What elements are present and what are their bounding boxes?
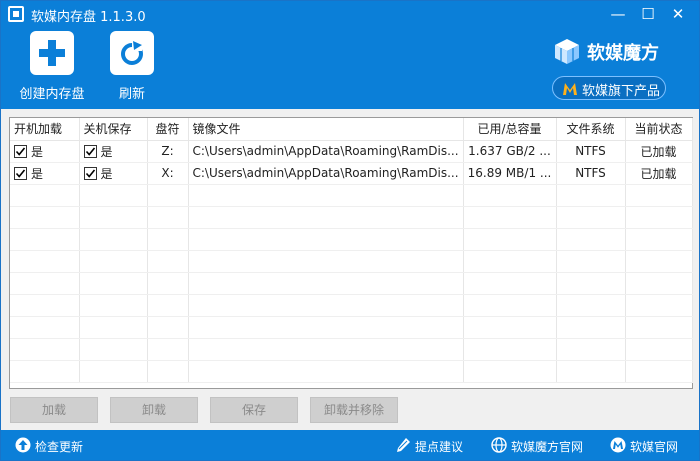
products-label: 软媒旗下产品 [582,84,661,99]
column-header-usage[interactable]: 已用/总容量 [463,118,557,141]
shutdown-save-cell: 是 [79,140,148,163]
app-window: 软媒内存盘 1.1.3.0 — ☐ ✕ 创建内存盘 刷新 软媒魔方 软媒旗下产品… [0,0,700,461]
shutdown-save-checkbox[interactable] [83,144,97,158]
empty-row [10,206,693,229]
filesystem-value: NTFS [556,162,626,185]
column-header-filesystem[interactable]: 文件系统 [556,118,626,141]
suggest-label: 提点建议 [415,440,464,454]
close-button[interactable]: ✕ [667,4,689,24]
boot-load-cell: 是 [10,140,80,163]
image-file-path: C:\Users\admin\AppData\Roaming\RamDis... [188,140,464,163]
empty-row [10,272,693,295]
ramdisk-table: 开机加载 关机保存 盘符 镜像文件 已用/总容量 文件系统 当前状态 是 是 Z… [9,117,693,389]
boot-load-label: 是 [31,144,44,159]
empty-row [10,294,693,317]
usage-value: 1.637 GB/2 ... [463,140,557,163]
products-button[interactable]: 软媒旗下产品 [552,76,666,100]
app-icon [8,6,24,22]
table-row[interactable]: 是 是 X: C:\Users\admin\AppData\Roaming\Ra… [10,162,693,185]
column-header-shutdown-save[interactable]: 关机保存 [79,118,148,141]
shutdown-save-label: 是 [100,144,113,159]
boot-load-checkbox[interactable] [14,144,27,158]
empty-row [10,338,693,361]
empty-row [10,184,693,207]
official-site-label: 软媒官网 [630,440,679,454]
pen-icon [397,438,410,452]
footer: 检查更新 提点建议 软媒魔方官网 软媒官网 [1,430,699,460]
empty-row [10,228,693,251]
status-value: 已加载 [625,140,693,163]
column-header-drive[interactable]: 盘符 [147,118,189,141]
check-update-label: 检查更新 [35,440,84,454]
maximize-button[interactable]: ☐ [637,4,659,24]
cube-logo-icon [555,39,579,64]
minimize-button[interactable]: — [607,4,629,24]
column-header-boot-load[interactable]: 开机加载 [10,118,80,141]
image-file-path: C:\Users\admin\AppData\Roaming\RamDis... [188,162,464,185]
window-title: 软媒内存盘 1.1.3.0 [31,10,146,25]
create-ramdisk-label: 创建内存盘 [19,87,85,102]
drive-letter: X: [147,162,189,185]
title-bar: 软媒内存盘 1.1.3.0 — ☐ ✕ [1,1,699,27]
usage-value: 16.89 MB/1 ... [463,162,557,185]
column-header-image-file[interactable]: 镜像文件 [188,118,464,141]
shutdown-save-label: 是 [100,166,113,181]
refresh-button[interactable]: 刷新 [92,31,172,103]
shutdown-save-cell: 是 [79,162,148,185]
m-circle-icon [610,437,626,453]
plus-icon [30,31,74,75]
column-header-status[interactable]: 当前状态 [625,118,693,141]
refresh-label: 刷新 [118,87,145,102]
boot-load-cell: 是 [10,162,80,185]
m-logo-icon [563,83,577,95]
shutdown-save-checkbox[interactable] [83,166,97,180]
upload-arrow-icon [15,437,31,453]
save-button[interactable]: 保存 [210,397,298,423]
globe-icon [491,437,507,453]
brand-name: 软媒魔方 [587,43,659,64]
empty-row [10,250,693,273]
create-ramdisk-button[interactable]: 创建内存盘 [12,31,92,103]
refresh-icon [110,31,154,75]
unload-button[interactable]: 卸载 [110,397,198,423]
status-value: 已加载 [625,162,693,185]
load-button[interactable]: 加载 [10,397,98,423]
header: 软媒内存盘 1.1.3.0 — ☐ ✕ 创建内存盘 刷新 软媒魔方 软媒旗下产品 [1,1,699,109]
magic-site-label: 软媒魔方官网 [511,440,584,454]
table-header-row: 开机加载 关机保存 盘符 镜像文件 已用/总容量 文件系统 当前状态 [10,118,693,141]
boot-load-checkbox[interactable] [14,166,27,180]
table-row[interactable]: 是 是 Z: C:\Users\admin\AppData\Roaming\Ra… [10,140,693,163]
empty-row [10,360,693,383]
empty-row [10,316,693,339]
unload-remove-button[interactable]: 卸载并移除 [310,397,398,423]
filesystem-value: NTFS [556,140,626,163]
drive-letter: Z: [147,140,189,163]
boot-load-label: 是 [31,166,44,181]
